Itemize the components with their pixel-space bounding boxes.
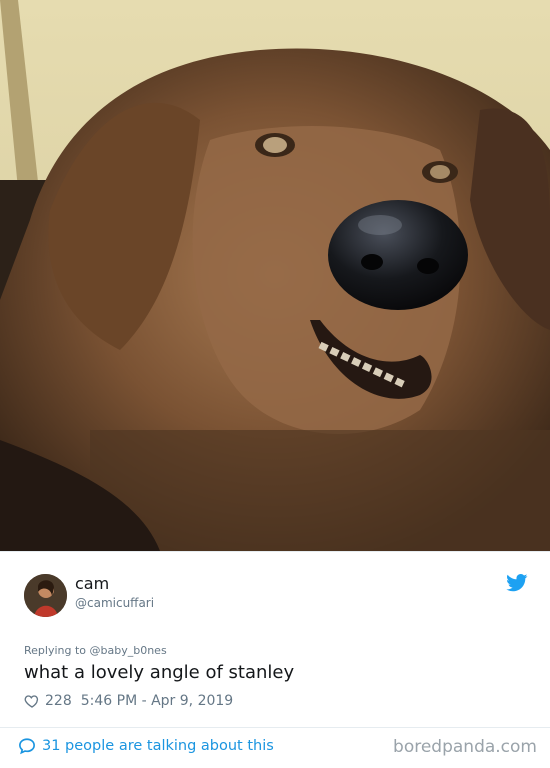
conversation-link[interactable]: 31 people are talking about this bbox=[18, 737, 274, 755]
heart-icon[interactable] bbox=[24, 693, 40, 709]
replying-mention[interactable]: @baby_b0nes bbox=[90, 644, 167, 657]
twitter-bird-icon[interactable] bbox=[506, 574, 528, 592]
tweet-card: cam @camicuffari Replying to @baby_b0nes… bbox=[0, 551, 550, 768]
like-count[interactable]: 228 bbox=[45, 693, 72, 709]
display-name[interactable]: cam bbox=[75, 574, 109, 593]
avatar[interactable] bbox=[24, 574, 67, 617]
dog-photo bbox=[0, 0, 550, 551]
tweet-meta: 228 5:46 PM - Apr 9, 2019 bbox=[24, 693, 233, 709]
watermark: boredpanda.com bbox=[393, 737, 537, 757]
speech-bubble-icon bbox=[18, 737, 36, 755]
replying-to: Replying to @baby_b0nes bbox=[24, 644, 167, 657]
divider bbox=[0, 727, 550, 728]
tweet-text: what a lovely angle of stanley bbox=[24, 662, 295, 683]
conversation-label: 31 people are talking about this bbox=[42, 738, 274, 754]
replying-prefix: Replying to bbox=[24, 644, 87, 657]
user-handle[interactable]: @camicuffari bbox=[75, 596, 154, 610]
timestamp[interactable]: 5:46 PM - Apr 9, 2019 bbox=[81, 693, 233, 709]
